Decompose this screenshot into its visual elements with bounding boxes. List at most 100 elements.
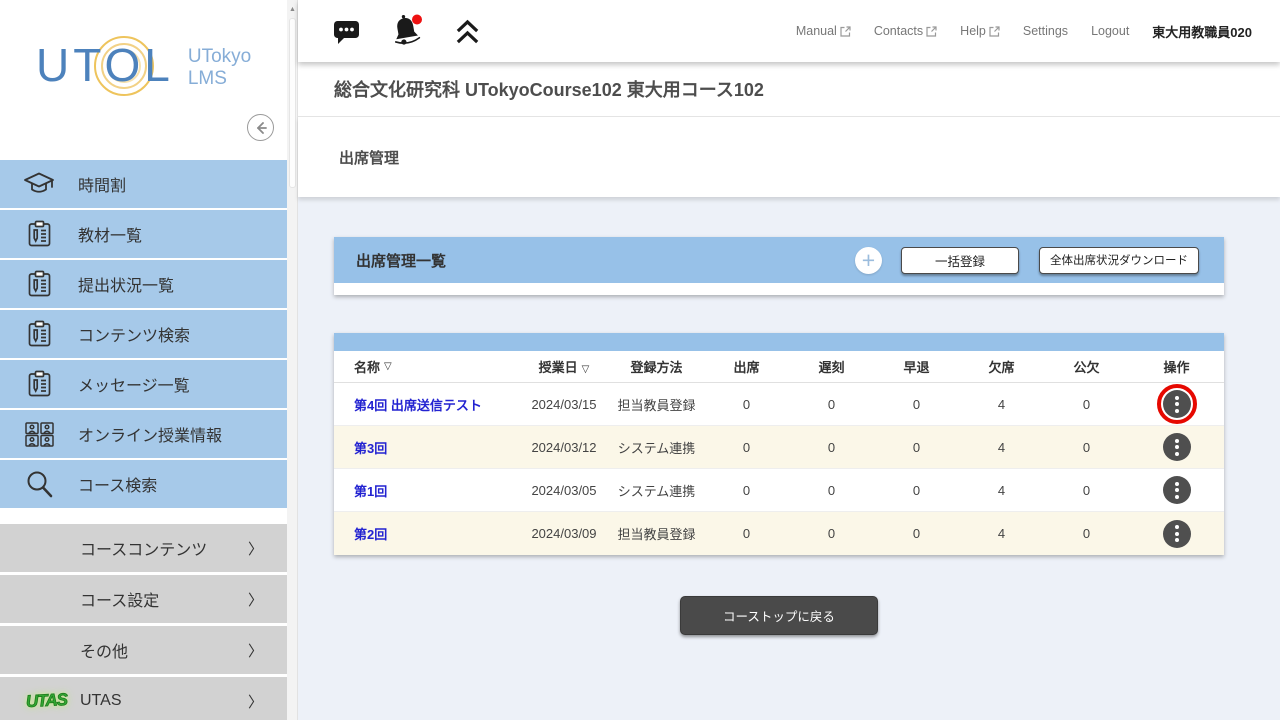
back-to-course-top-button[interactable]: コーストップに戻る: [680, 596, 878, 635]
panel-body-strip: [334, 283, 1224, 295]
header-operations: 操作: [1129, 357, 1224, 376]
sidebar-item-utas[interactable]: UTAS UTAS 〉: [0, 677, 287, 720]
topbar-icons: [333, 13, 480, 49]
row-actions-kebab-button[interactable]: [1163, 390, 1191, 418]
sidebar-item-content-search[interactable]: コンテンツ検索: [0, 310, 287, 358]
sidebar-item-label: 教材一覧: [78, 222, 142, 246]
utas-logo-icon: UTAS: [26, 690, 68, 712]
attendance-link[interactable]: 第3回: [354, 438, 387, 457]
main-area: Manual Contacts Help Settings Logout 東大用…: [298, 0, 1280, 720]
sidebar-collapse-button[interactable]: [247, 114, 274, 141]
sidebar-item-messages[interactable]: メッセージ一覧: [0, 360, 287, 408]
sidebar: UTOL UTokyo LMS 時間割 教材一覧 提出状況一覧: [0, 0, 287, 720]
collapse-up-icon[interactable]: [455, 18, 480, 45]
logo-area: UTOL UTokyo LMS: [0, 0, 287, 160]
cell-excused: 0: [1044, 440, 1129, 455]
row-actions-kebab-button[interactable]: [1163, 520, 1191, 548]
bell-notification-icon[interactable]: [391, 13, 425, 49]
cell-absent: 4: [959, 483, 1044, 498]
search-icon: [0, 469, 78, 500]
row-actions-kebab-button[interactable]: [1163, 433, 1191, 461]
cell-method: 担当教員登録: [609, 395, 704, 414]
sidebar-item-label: メッセージ一覧: [78, 372, 190, 396]
scrollbar-thumb[interactable]: [289, 18, 296, 188]
sidebar-item-timetable[interactable]: 時間割: [0, 160, 287, 208]
download-all-attendance-button[interactable]: 全体出席状況ダウンロード: [1039, 247, 1199, 274]
sidebar-item-label: オンライン授業情報: [78, 422, 222, 446]
utol-logo: UTOL UTokyo LMS: [36, 40, 251, 90]
nav-manual-link[interactable]: Manual: [796, 24, 851, 38]
row-actions-kebab-button[interactable]: [1163, 476, 1191, 504]
clipboard-icon: [0, 370, 78, 398]
sidebar-item-online-class[interactable]: オンライン授業情報: [0, 410, 287, 458]
sidebar-item-label: コンテンツ検索: [78, 322, 190, 346]
external-link-icon: [840, 26, 851, 37]
cell-date: 2024/03/12: [519, 440, 609, 455]
header-date[interactable]: 授業日▽: [519, 357, 609, 376]
logo-subtext: UTokyo LMS: [188, 46, 251, 90]
message-icon[interactable]: [333, 18, 361, 45]
username[interactable]: 東大用教職員020: [1152, 22, 1252, 41]
sidebar-item-label: 提出状況一覧: [78, 272, 174, 296]
content-area: 出席管理一覧 + 一括登録 全体出席状況ダウンロード 名称▽ 授業日▽ 登録方法…: [298, 197, 1280, 720]
add-attendance-button[interactable]: +: [855, 247, 882, 274]
header-name[interactable]: 名称▽: [334, 357, 519, 376]
online-class-icon: [0, 421, 78, 448]
back-button-row: コーストップに戻る: [334, 596, 1224, 635]
chevron-right-icon: 〉: [248, 538, 263, 559]
sidebar-item-course-contents[interactable]: コースコンテンツ 〉: [0, 524, 287, 572]
scrollbar-up-arrow-icon[interactable]: ▲: [287, 6, 298, 13]
panel-title: 出席管理一覧: [356, 250, 446, 271]
clipboard-icon: [0, 320, 78, 348]
cell-present: 0: [704, 440, 789, 455]
sidebar-group: コースコンテンツ 〉 コース設定 〉 その他 〉 UTAS UTAS 〉: [0, 524, 287, 720]
cell-date: 2024/03/09: [519, 526, 609, 541]
table-body: 第4回 出席送信テスト 2024/03/15 担当教員登録 0 0 0 4 0: [334, 383, 1224, 555]
sort-icon[interactable]: ▽: [582, 364, 590, 375]
attendance-link[interactable]: 第4回 出席送信テスト: [354, 395, 482, 414]
sidebar-item-course-search[interactable]: コース検索: [0, 460, 287, 508]
sidebar-item-label: その他: [80, 638, 128, 662]
cell-absent: 4: [959, 526, 1044, 541]
cell-early-leave: 0: [874, 483, 959, 498]
nav-logout-link[interactable]: Logout: [1091, 24, 1129, 38]
attendance-table: 名称▽ 授業日▽ 登録方法 出席 遅刻 早退 欠席 公欠 操作 第4回 出席送信…: [334, 333, 1224, 555]
cell-date: 2024/03/15: [519, 397, 609, 412]
sidebar-item-materials[interactable]: 教材一覧: [0, 210, 287, 258]
clipboard-icon: [0, 270, 78, 298]
external-link-icon: [926, 26, 937, 37]
sidebar-scrollbar[interactable]: ▲: [287, 0, 298, 720]
header-early-leave: 早退: [874, 357, 959, 376]
attendance-panel: 出席管理一覧 + 一括登録 全体出席状況ダウンロード: [334, 237, 1224, 295]
nav-contacts-link[interactable]: Contacts: [874, 24, 937, 38]
header-present: 出席: [704, 357, 789, 376]
topbar: Manual Contacts Help Settings Logout 東大用…: [298, 0, 1280, 62]
sidebar-item-label: コース検索: [78, 472, 157, 496]
header-late: 遅刻: [789, 357, 874, 376]
attendance-link[interactable]: 第1回: [354, 481, 387, 500]
cell-late: 0: [789, 483, 874, 498]
chevron-right-icon: 〉: [248, 691, 263, 712]
bulk-register-button[interactable]: 一括登録: [901, 247, 1019, 274]
cell-method: 担当教員登録: [609, 524, 704, 543]
header-excused: 公欠: [1044, 357, 1129, 376]
graduation-cap-icon: [0, 171, 78, 197]
cell-early-leave: 0: [874, 440, 959, 455]
sidebar-item-submissions[interactable]: 提出状況一覧: [0, 260, 287, 308]
nav-settings-link[interactable]: Settings: [1023, 24, 1068, 38]
sidebar-item-others[interactable]: その他 〉: [0, 626, 287, 674]
attendance-link[interactable]: 第2回: [354, 524, 387, 543]
sidebar-item-course-settings[interactable]: コース設定 〉: [0, 575, 287, 623]
sidebar-item-label: コースコンテンツ: [80, 536, 207, 560]
nav-help-link[interactable]: Help: [960, 24, 1000, 38]
clipboard-icon: [0, 220, 78, 248]
cell-late: 0: [789, 440, 874, 455]
table-row: 第2回 2024/03/09 担当教員登録 0 0 0 4 0: [334, 512, 1224, 555]
table-row: 第1回 2024/03/05 システム連携 0 0 0 4 0: [334, 469, 1224, 512]
page-title: 出席管理: [339, 147, 399, 168]
header-absent: 欠席: [959, 357, 1044, 376]
cell-excused: 0: [1044, 397, 1129, 412]
table-row: 第3回 2024/03/12 システム連携 0 0 0 4 0: [334, 426, 1224, 469]
sort-icon[interactable]: ▽: [384, 361, 392, 372]
sidebar-item-label: 時間割: [78, 172, 126, 196]
